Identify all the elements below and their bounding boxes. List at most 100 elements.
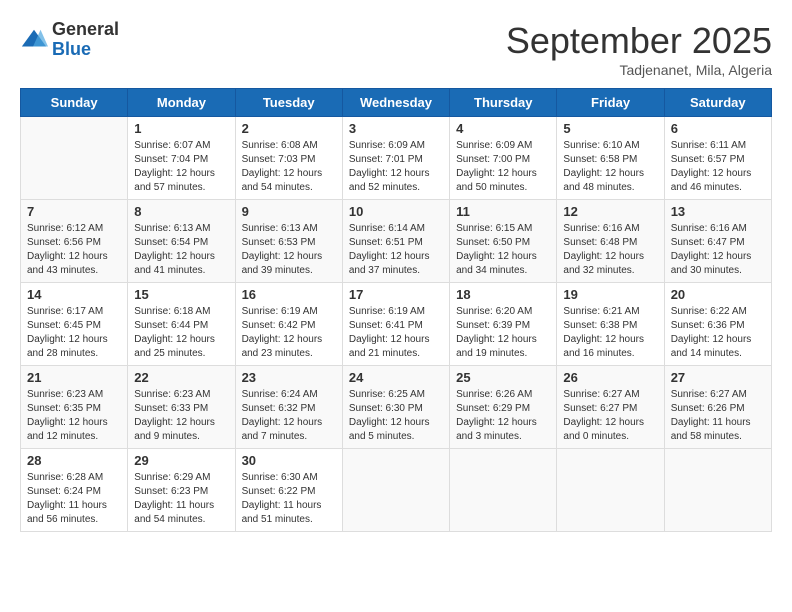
logo: General Blue xyxy=(20,20,119,60)
day-number: 28 xyxy=(27,453,121,468)
day-number: 19 xyxy=(563,287,657,302)
day-number: 3 xyxy=(349,121,443,136)
calendar-cell: 11 Sunrise: 6:15 AM Sunset: 6:50 PM Dayl… xyxy=(450,200,557,283)
cell-info: Sunrise: 6:18 AM Sunset: 6:44 PM Dayligh… xyxy=(134,305,228,361)
calendar-cell: 14 Sunrise: 6:17 AM Sunset: 6:45 PM Dayl… xyxy=(21,283,128,366)
day-number: 22 xyxy=(134,370,228,385)
cell-info: Sunrise: 6:09 AM Sunset: 7:00 PM Dayligh… xyxy=(456,139,550,195)
calendar-cell: 29 Sunrise: 6:29 AM Sunset: 6:23 PM Dayl… xyxy=(128,449,235,532)
logo-general: General xyxy=(52,20,119,40)
logo-icon xyxy=(20,26,48,54)
cell-info: Sunrise: 6:07 AM Sunset: 7:04 PM Dayligh… xyxy=(134,139,228,195)
cell-info: Sunrise: 6:11 AM Sunset: 6:57 PM Dayligh… xyxy=(671,139,765,195)
calendar-cell: 8 Sunrise: 6:13 AM Sunset: 6:54 PM Dayli… xyxy=(128,200,235,283)
day-number: 26 xyxy=(563,370,657,385)
day-number: 8 xyxy=(134,204,228,219)
cell-info: Sunrise: 6:21 AM Sunset: 6:38 PM Dayligh… xyxy=(563,305,657,361)
week-row-5: 28 Sunrise: 6:28 AM Sunset: 6:24 PM Dayl… xyxy=(21,449,772,532)
cell-info: Sunrise: 6:09 AM Sunset: 7:01 PM Dayligh… xyxy=(349,139,443,195)
cell-info: Sunrise: 6:28 AM Sunset: 6:24 PM Dayligh… xyxy=(27,471,121,527)
calendar-cell: 24 Sunrise: 6:25 AM Sunset: 6:30 PM Dayl… xyxy=(342,366,449,449)
calendar-cell xyxy=(342,449,449,532)
month-title: September 2025 xyxy=(506,20,772,62)
day-number: 17 xyxy=(349,287,443,302)
calendar-cell xyxy=(664,449,771,532)
day-number: 29 xyxy=(134,453,228,468)
calendar-cell: 6 Sunrise: 6:11 AM Sunset: 6:57 PM Dayli… xyxy=(664,117,771,200)
week-row-3: 14 Sunrise: 6:17 AM Sunset: 6:45 PM Dayl… xyxy=(21,283,772,366)
day-number: 2 xyxy=(242,121,336,136)
calendar-cell: 13 Sunrise: 6:16 AM Sunset: 6:47 PM Dayl… xyxy=(664,200,771,283)
title-section: September 2025 Tadjenanet, Mila, Algeria xyxy=(506,20,772,78)
calendar-cell: 7 Sunrise: 6:12 AM Sunset: 6:56 PM Dayli… xyxy=(21,200,128,283)
calendar-cell: 26 Sunrise: 6:27 AM Sunset: 6:27 PM Dayl… xyxy=(557,366,664,449)
cell-info: Sunrise: 6:19 AM Sunset: 6:42 PM Dayligh… xyxy=(242,305,336,361)
cell-info: Sunrise: 6:23 AM Sunset: 6:35 PM Dayligh… xyxy=(27,388,121,444)
calendar-cell: 20 Sunrise: 6:22 AM Sunset: 6:36 PM Dayl… xyxy=(664,283,771,366)
location: Tadjenanet, Mila, Algeria xyxy=(506,62,772,78)
day-header-monday: Monday xyxy=(128,89,235,117)
cell-info: Sunrise: 6:27 AM Sunset: 6:27 PM Dayligh… xyxy=(563,388,657,444)
day-number: 15 xyxy=(134,287,228,302)
cell-info: Sunrise: 6:20 AM Sunset: 6:39 PM Dayligh… xyxy=(456,305,550,361)
calendar-cell: 2 Sunrise: 6:08 AM Sunset: 7:03 PM Dayli… xyxy=(235,117,342,200)
day-number: 23 xyxy=(242,370,336,385)
calendar-cell: 16 Sunrise: 6:19 AM Sunset: 6:42 PM Dayl… xyxy=(235,283,342,366)
calendar-cell: 17 Sunrise: 6:19 AM Sunset: 6:41 PM Dayl… xyxy=(342,283,449,366)
cell-info: Sunrise: 6:13 AM Sunset: 6:53 PM Dayligh… xyxy=(242,222,336,278)
calendar-cell: 22 Sunrise: 6:23 AM Sunset: 6:33 PM Dayl… xyxy=(128,366,235,449)
day-number: 24 xyxy=(349,370,443,385)
day-number: 13 xyxy=(671,204,765,219)
day-number: 11 xyxy=(456,204,550,219)
cell-info: Sunrise: 6:22 AM Sunset: 6:36 PM Dayligh… xyxy=(671,305,765,361)
calendar-cell: 9 Sunrise: 6:13 AM Sunset: 6:53 PM Dayli… xyxy=(235,200,342,283)
calendar-cell: 12 Sunrise: 6:16 AM Sunset: 6:48 PM Dayl… xyxy=(557,200,664,283)
calendar-cell: 30 Sunrise: 6:30 AM Sunset: 6:22 PM Dayl… xyxy=(235,449,342,532)
calendar-cell xyxy=(557,449,664,532)
cell-info: Sunrise: 6:10 AM Sunset: 6:58 PM Dayligh… xyxy=(563,139,657,195)
week-row-4: 21 Sunrise: 6:23 AM Sunset: 6:35 PM Dayl… xyxy=(21,366,772,449)
cell-info: Sunrise: 6:13 AM Sunset: 6:54 PM Dayligh… xyxy=(134,222,228,278)
day-header-sunday: Sunday xyxy=(21,89,128,117)
calendar-cell: 5 Sunrise: 6:10 AM Sunset: 6:58 PM Dayli… xyxy=(557,117,664,200)
day-header-tuesday: Tuesday xyxy=(235,89,342,117)
day-number: 10 xyxy=(349,204,443,219)
cell-info: Sunrise: 6:23 AM Sunset: 6:33 PM Dayligh… xyxy=(134,388,228,444)
calendar-cell: 10 Sunrise: 6:14 AM Sunset: 6:51 PM Dayl… xyxy=(342,200,449,283)
calendar-cell xyxy=(21,117,128,200)
day-number: 30 xyxy=(242,453,336,468)
day-number: 25 xyxy=(456,370,550,385)
calendar-cell: 18 Sunrise: 6:20 AM Sunset: 6:39 PM Dayl… xyxy=(450,283,557,366)
day-number: 27 xyxy=(671,370,765,385)
day-header-wednesday: Wednesday xyxy=(342,89,449,117)
calendar: SundayMondayTuesdayWednesdayThursdayFrid… xyxy=(20,88,772,532)
calendar-cell: 19 Sunrise: 6:21 AM Sunset: 6:38 PM Dayl… xyxy=(557,283,664,366)
week-row-1: 1 Sunrise: 6:07 AM Sunset: 7:04 PM Dayli… xyxy=(21,117,772,200)
calendar-cell: 25 Sunrise: 6:26 AM Sunset: 6:29 PM Dayl… xyxy=(450,366,557,449)
day-number: 18 xyxy=(456,287,550,302)
cell-info: Sunrise: 6:27 AM Sunset: 6:26 PM Dayligh… xyxy=(671,388,765,444)
week-row-2: 7 Sunrise: 6:12 AM Sunset: 6:56 PM Dayli… xyxy=(21,200,772,283)
cell-info: Sunrise: 6:16 AM Sunset: 6:48 PM Dayligh… xyxy=(563,222,657,278)
cell-info: Sunrise: 6:15 AM Sunset: 6:50 PM Dayligh… xyxy=(456,222,550,278)
cell-info: Sunrise: 6:12 AM Sunset: 6:56 PM Dayligh… xyxy=(27,222,121,278)
day-number: 12 xyxy=(563,204,657,219)
day-number: 14 xyxy=(27,287,121,302)
cell-info: Sunrise: 6:14 AM Sunset: 6:51 PM Dayligh… xyxy=(349,222,443,278)
day-number: 20 xyxy=(671,287,765,302)
cell-info: Sunrise: 6:19 AM Sunset: 6:41 PM Dayligh… xyxy=(349,305,443,361)
day-header-friday: Friday xyxy=(557,89,664,117)
calendar-cell xyxy=(450,449,557,532)
day-number: 16 xyxy=(242,287,336,302)
cell-info: Sunrise: 6:26 AM Sunset: 6:29 PM Dayligh… xyxy=(456,388,550,444)
calendar-header-row: SundayMondayTuesdayWednesdayThursdayFrid… xyxy=(21,89,772,117)
day-header-saturday: Saturday xyxy=(664,89,771,117)
calendar-cell: 28 Sunrise: 6:28 AM Sunset: 6:24 PM Dayl… xyxy=(21,449,128,532)
cell-info: Sunrise: 6:17 AM Sunset: 6:45 PM Dayligh… xyxy=(27,305,121,361)
day-number: 5 xyxy=(563,121,657,136)
day-number: 21 xyxy=(27,370,121,385)
day-number: 6 xyxy=(671,121,765,136)
day-header-thursday: Thursday xyxy=(450,89,557,117)
calendar-cell: 27 Sunrise: 6:27 AM Sunset: 6:26 PM Dayl… xyxy=(664,366,771,449)
cell-info: Sunrise: 6:24 AM Sunset: 6:32 PM Dayligh… xyxy=(242,388,336,444)
